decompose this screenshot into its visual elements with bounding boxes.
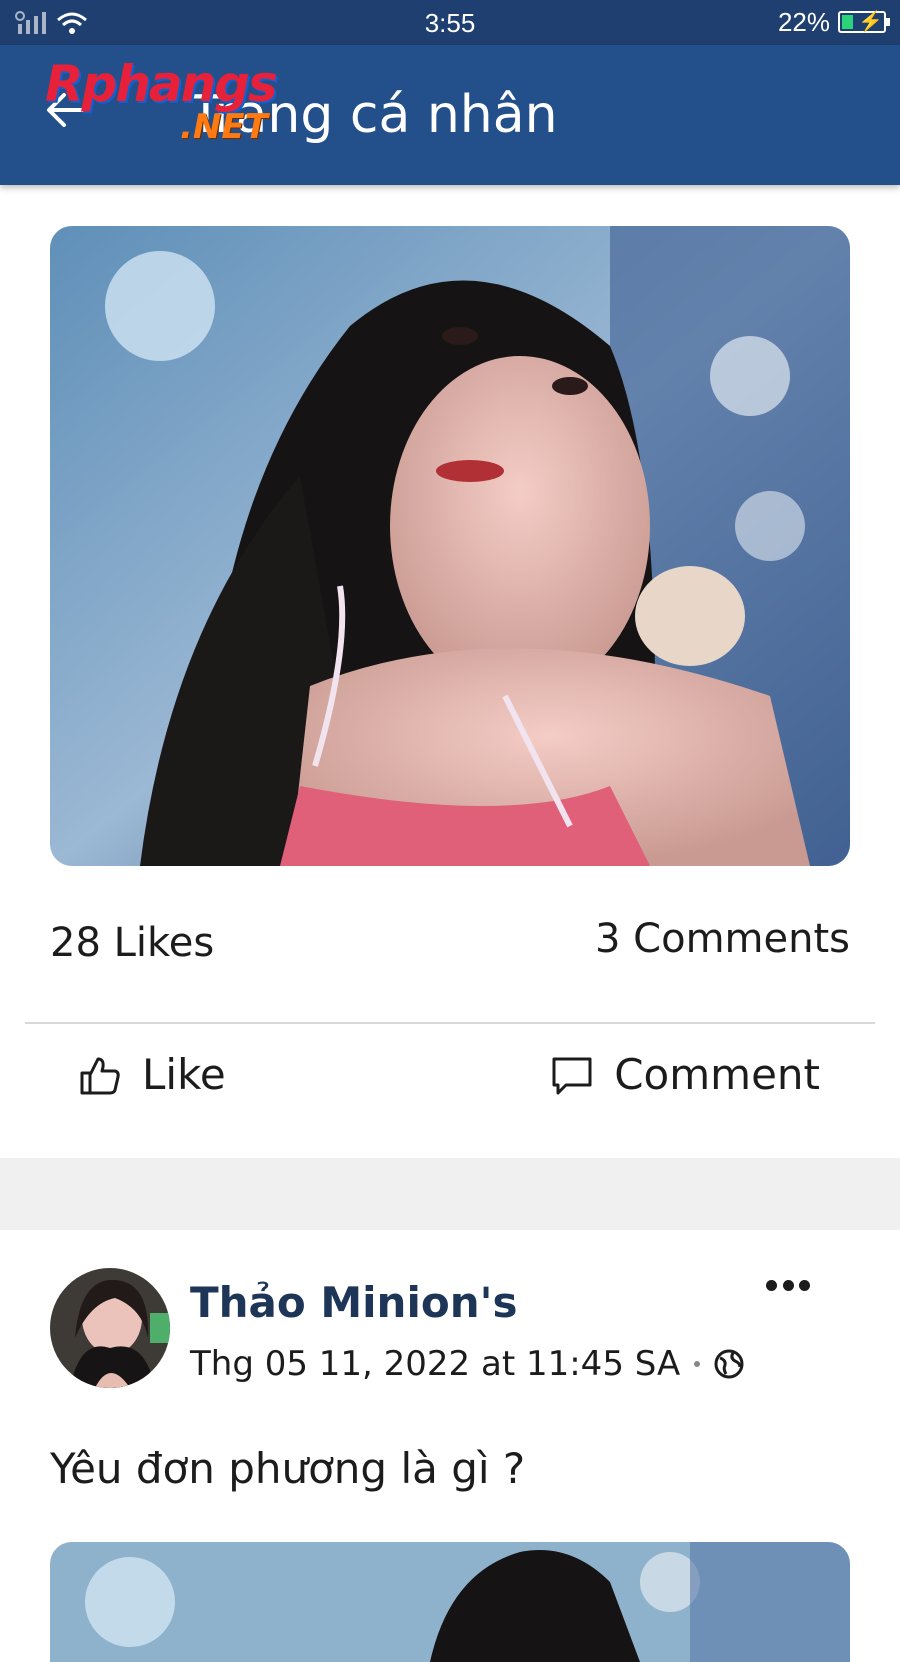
- more-dots-icon[interactable]: [766, 1280, 810, 1296]
- globe-icon: [714, 1349, 744, 1379]
- comment-bubble-icon: [552, 1057, 592, 1094]
- battery-percent: 22%: [777, 7, 830, 37]
- logo-main: Rphangs: [45, 55, 278, 113]
- battery-icon: ⚡: [838, 11, 890, 33]
- comments-count[interactable]: 3 Comments: [595, 916, 850, 962]
- like-button-label: Like: [142, 1050, 226, 1099]
- post-header: Thảo Minion's Thg 05 11, 2022 at 11:45 S…: [50, 1268, 850, 1393]
- status-bar: 3:55 22% ⚡: [0, 0, 900, 45]
- post-timestamp[interactable]: Thg 05 11, 2022 at 11:45 SA: [190, 1344, 680, 1384]
- post-photo[interactable]: [50, 226, 850, 866]
- next-post-photo[interactable]: [50, 1542, 850, 1662]
- post-meta: Thg 05 11, 2022 at 11:45 SA: [190, 1344, 744, 1384]
- thumbs-up-icon: [80, 1057, 120, 1094]
- like-button[interactable]: Like: [78, 1050, 226, 1099]
- watermark-logo: Rphangs .NET: [45, 55, 325, 155]
- post-text: Yêu đơn phương là gì ?: [50, 1444, 526, 1493]
- avatar[interactable]: [50, 1268, 170, 1388]
- comment-button[interactable]: Comment: [550, 1050, 820, 1099]
- post-author[interactable]: Thảo Minion's: [190, 1278, 517, 1327]
- reaction-counts: 28 Likes 3 Comments: [50, 916, 850, 970]
- separator-dot: [694, 1361, 701, 1367]
- post-actions: Like Comment: [0, 1050, 900, 1114]
- clock: 3:55: [424, 8, 476, 38]
- logo-sub: .NET: [180, 107, 268, 147]
- divider: [25, 1022, 875, 1024]
- likes-count[interactable]: 28 Likes: [50, 920, 214, 966]
- comment-button-label: Comment: [614, 1050, 820, 1099]
- feed-separator: [0, 1158, 900, 1230]
